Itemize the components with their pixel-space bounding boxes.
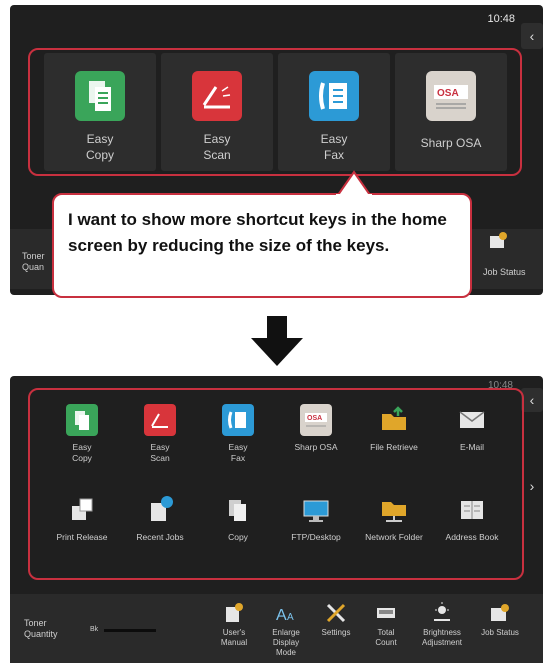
sharp-osa-icon: OSA [426, 71, 476, 121]
enlarge-display-icon: AA [275, 602, 297, 624]
easy-fax-icon [309, 71, 359, 121]
toner-label: Toner Quantity [24, 618, 58, 639]
bottom-screen: 10:48 ‹ › Easy Copy Easy Scan Easy Fax O… [10, 376, 543, 663]
svg-text:OSA: OSA [307, 415, 322, 422]
email-icon [456, 404, 488, 436]
key-sharp-osa[interactable]: OSA Sharp OSA [276, 404, 356, 486]
total-count-icon [375, 602, 397, 624]
toner-bk-label: Bk [90, 626, 99, 633]
network-folder-icon [378, 494, 410, 526]
address-book-icon [456, 494, 488, 526]
key-network-folder[interactable]: Network Folder [354, 494, 434, 576]
key-address-book[interactable]: Address Book [432, 494, 512, 576]
clock: 10:48 [487, 13, 515, 25]
svg-text:A: A [276, 607, 287, 624]
easy-fax-icon [222, 404, 254, 436]
sharp-osa-icon: OSA [300, 404, 332, 436]
key-file-retrieve[interactable]: File Retrieve [354, 404, 434, 486]
key-easy-copy[interactable]: Easy Copy [42, 404, 122, 486]
collapse-button[interactable]: ‹ [521, 388, 543, 412]
users-manual-icon [223, 602, 245, 624]
key-label: Sharp OSA [420, 136, 482, 150]
brightness-icon [431, 602, 453, 624]
key-recent-jobs[interactable]: Recent Jobs [120, 494, 200, 576]
callout-box: I want to show more shortcut keys in the… [52, 193, 472, 298]
svg-text:OSA: OSA [437, 88, 459, 99]
item-label: Job Status [481, 628, 519, 637]
copy-icon [222, 494, 254, 526]
key-easy-fax[interactable]: Easy Fax [278, 53, 390, 171]
recent-jobs-icon [144, 494, 176, 526]
down-arrow-icon [251, 316, 303, 366]
key-copy[interactable]: Copy [198, 494, 278, 576]
key-label: Address Book [445, 532, 499, 542]
key-ftp-desktop[interactable]: FTP/Desktop [276, 494, 356, 576]
settings-icon [325, 602, 347, 624]
file-retrieve-icon [378, 404, 410, 436]
key-email[interactable]: E-Mail [432, 404, 512, 486]
easy-scan-icon [192, 71, 242, 121]
easy-copy-icon [66, 404, 98, 436]
key-easy-fax[interactable]: Easy Fax [198, 404, 278, 486]
callout-text: I want to show more shortcut keys in the… [68, 210, 447, 255]
job-status-icon [489, 602, 511, 624]
svg-text:A: A [287, 612, 294, 623]
callout-pointer [336, 170, 372, 198]
collapse-button[interactable]: ‹ [521, 23, 543, 49]
key-easy-scan[interactable]: Easy Scan [161, 53, 273, 171]
key-label: E-Mail [459, 442, 485, 452]
print-release-icon [66, 494, 98, 526]
toner-level-bar [104, 629, 156, 632]
key-label: Easy Fax [320, 132, 348, 162]
job-status-icon[interactable] [488, 231, 507, 249]
key-easy-scan[interactable]: Easy Scan [120, 404, 200, 486]
job-status-label[interactable]: Job Status [483, 267, 526, 277]
key-label: Easy Copy [85, 132, 114, 162]
easy-scan-icon [144, 404, 176, 436]
next-page-button[interactable]: › [521, 474, 543, 498]
key-print-release[interactable]: Print Release [42, 494, 122, 576]
easy-copy-icon [75, 71, 125, 121]
toner-label: Toner Quan [22, 251, 45, 272]
key-sharp-osa[interactable]: OSA Sharp OSA [395, 53, 507, 171]
key-label: Easy Scan [203, 132, 231, 162]
ftp-desktop-icon [300, 494, 332, 526]
key-easy-copy[interactable]: Easy Copy [44, 53, 156, 171]
